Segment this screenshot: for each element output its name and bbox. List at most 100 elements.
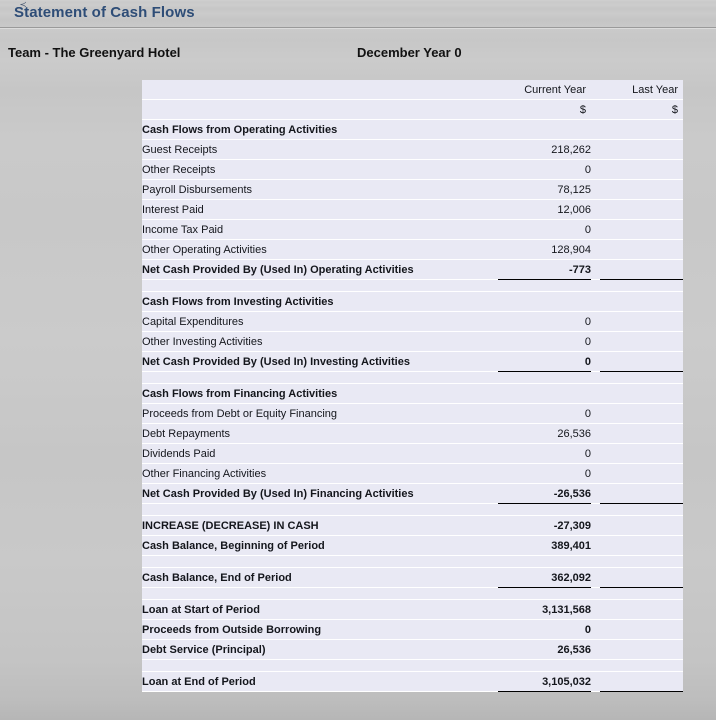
row-last-investing-section: [600, 291, 683, 312]
row-label-payroll-disbursements: Payroll Disbursements: [142, 179, 498, 200]
spacer-cell: [591, 587, 600, 600]
row-current-capital-expenditures: 0: [498, 311, 591, 332]
table-spacer-row: [142, 503, 683, 516]
row-last-cash-balance-end: [600, 567, 683, 588]
spacer-cell: [600, 587, 683, 600]
row-last-interest-paid: [600, 199, 683, 220]
row-gap-other-financing: [591, 463, 600, 484]
row-last-other-operating: [600, 239, 683, 260]
currency-label-cell: [142, 99, 498, 120]
spacer-cell: [498, 659, 591, 672]
row-gap-payroll-disbursements: [591, 179, 600, 200]
spacer-cell: [142, 279, 498, 292]
row-gap-debt-service-principal: [591, 639, 600, 660]
row-last-net-financing: [600, 483, 683, 504]
table-row: Other Operating Activities 128,904: [142, 239, 683, 260]
row-last-debt-repayments: [600, 423, 683, 444]
spacer-cell: [600, 371, 683, 384]
row-gap-other-investing: [591, 331, 600, 352]
table-row: Net Cash Provided By (Used In) Operating…: [142, 259, 683, 280]
row-label-debt-service-principal: Debt Service (Principal): [142, 639, 498, 660]
table-row: Cash Flows from Investing Activities: [142, 291, 683, 312]
currency-symbol-last: $: [600, 99, 683, 120]
table-row: Other Receipts 0: [142, 159, 683, 180]
table-spacer-row: [142, 279, 683, 292]
row-label-net-investing: Net Cash Provided By (Used In) Investing…: [142, 351, 498, 372]
row-label-other-receipts: Other Receipts: [142, 159, 498, 180]
table-row: Debt Repayments 26,536: [142, 423, 683, 444]
row-current-cash-balance-begin: 389,401: [498, 535, 591, 556]
row-label-cash-balance-end: Cash Balance, End of Period: [142, 567, 498, 588]
table-row: Other Financing Activities 0: [142, 463, 683, 484]
row-gap-dividends-paid: [591, 443, 600, 464]
row-last-guest-receipts: [600, 139, 683, 160]
table-row: Debt Service (Principal) 26,536: [142, 639, 683, 660]
row-last-income-tax-paid: [600, 219, 683, 240]
row-gap-income-tax-paid: [591, 219, 600, 240]
row-last-capital-expenditures: [600, 311, 683, 332]
row-gap-cash-balance-begin: [591, 535, 600, 556]
currency-symbol-current: $: [498, 99, 591, 120]
row-current-operating-section: [498, 119, 591, 140]
row-gap-investing-section: [591, 291, 600, 312]
spacer-cell: [600, 279, 683, 292]
table-row: Income Tax Paid 0: [142, 219, 683, 240]
table-row: INCREASE (DECREASE) IN CASH -27,309: [142, 515, 683, 536]
table-row: Cash Balance, Beginning of Period 389,401: [142, 535, 683, 556]
row-label-other-financing: Other Financing Activities: [142, 463, 498, 484]
row-label-increase-decrease-cash: INCREASE (DECREASE) IN CASH: [142, 515, 498, 536]
header-label-cell: [142, 80, 498, 100]
row-gap-capital-expenditures: [591, 311, 600, 332]
row-label-net-operating: Net Cash Provided By (Used In) Operating…: [142, 259, 498, 280]
spacer-cell: [591, 659, 600, 672]
row-last-other-investing: [600, 331, 683, 352]
spacer-cell: [591, 371, 600, 384]
row-gap-financing-section: [591, 383, 600, 404]
entity-name: Team - The Greenyard Hotel: [8, 45, 181, 60]
row-gap-increase-decrease-cash: [591, 515, 600, 536]
header-current-year: Current Year: [498, 80, 591, 100]
cash-flow-report: Current Year Last Year $ $ Cash Flows fr…: [142, 80, 683, 692]
row-label-operating-section: Cash Flows from Operating Activities: [142, 119, 498, 140]
table-row: Cash Flows from Financing Activities: [142, 383, 683, 404]
spacer-cell: [498, 279, 591, 292]
table-row: Capital Expenditures 0: [142, 311, 683, 332]
row-label-debt-repayments: Debt Repayments: [142, 423, 498, 444]
row-label-investing-section: Cash Flows from Investing Activities: [142, 291, 498, 312]
table-spacer-row: [142, 659, 683, 672]
row-label-loan-start: Loan at Start of Period: [142, 599, 498, 620]
cash-flow-table: Current Year Last Year $ $ Cash Flows fr…: [142, 80, 683, 692]
row-last-net-operating: [600, 259, 683, 280]
table-row: Cash Flows from Operating Activities: [142, 119, 683, 140]
row-current-financing-section: [498, 383, 591, 404]
row-last-net-investing: [600, 351, 683, 372]
row-current-income-tax-paid: 0: [498, 219, 591, 240]
table-row: Payroll Disbursements 78,125: [142, 179, 683, 200]
row-last-increase-decrease-cash: [600, 515, 683, 536]
row-label-other-operating: Other Operating Activities: [142, 239, 498, 260]
row-label-capital-expenditures: Capital Expenditures: [142, 311, 498, 332]
row-current-guest-receipts: 218,262: [498, 139, 591, 160]
spacer-cell: [498, 587, 591, 600]
table-spacer-row: [142, 371, 683, 384]
row-last-dividends-paid: [600, 443, 683, 464]
row-current-other-financing: 0: [498, 463, 591, 484]
row-label-proceeds-debt-equity: Proceeds from Debt or Equity Financing: [142, 403, 498, 424]
cash-flow-table-body: Current Year Last Year $ $ Cash Flows fr…: [142, 80, 683, 692]
table-row: Dividends Paid 0: [142, 443, 683, 464]
row-last-other-receipts: [600, 159, 683, 180]
title-divider-highlight: [0, 28, 716, 29]
spacer-cell: [591, 503, 600, 516]
row-label-income-tax-paid: Income Tax Paid: [142, 219, 498, 240]
row-current-increase-decrease-cash: -27,309: [498, 515, 591, 536]
header-last-year: Last Year: [600, 80, 683, 100]
spacer-cell: [591, 555, 600, 568]
spacer-cell: [142, 587, 498, 600]
spacer-cell: [600, 503, 683, 516]
row-last-payroll-disbursements: [600, 179, 683, 200]
table-row: Cash Balance, End of Period 362,092: [142, 567, 683, 588]
row-current-other-operating: 128,904: [498, 239, 591, 260]
table-row: Net Cash Provided By (Used In) Investing…: [142, 351, 683, 372]
table-header-row: Current Year Last Year: [142, 80, 683, 100]
row-current-cash-balance-end: 362,092: [498, 567, 591, 588]
